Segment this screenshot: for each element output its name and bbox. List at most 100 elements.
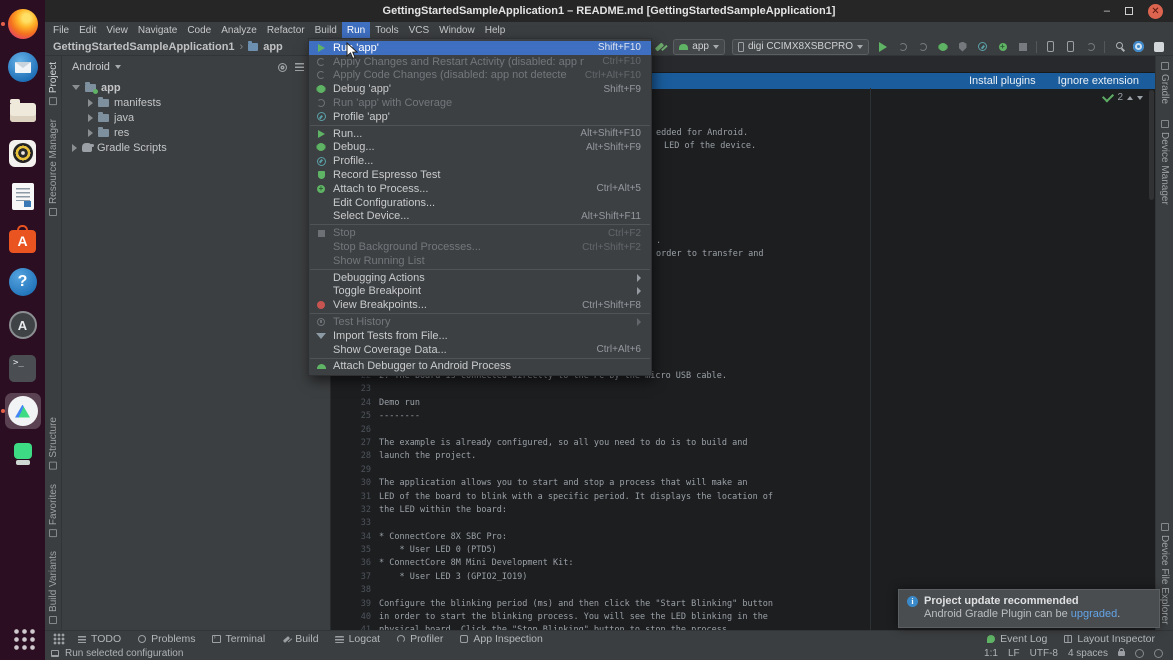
menu-code[interactable]: Code bbox=[182, 22, 216, 38]
stop-icon[interactable] bbox=[1016, 40, 1029, 53]
menu-vcs[interactable]: VCS bbox=[404, 22, 435, 38]
menu-item-attach-debugger-to-android-process[interactable]: Attach Debugger to Android Process bbox=[309, 360, 651, 374]
tool-strip-build-variants[interactable]: Build Variants bbox=[48, 551, 59, 624]
tool-strip-resource-manager[interactable]: Resource Manager bbox=[48, 119, 59, 216]
dock-item-firefox[interactable] bbox=[5, 6, 41, 42]
menu-item-debugging-actions[interactable]: Debugging Actions bbox=[309, 271, 651, 285]
chevron-right-icon[interactable] bbox=[72, 144, 77, 152]
dock-item-help[interactable] bbox=[5, 264, 41, 300]
menu-item-edit-configurations[interactable]: Edit Configurations... bbox=[309, 196, 651, 210]
menu-item-test-history[interactable]: Test History bbox=[309, 315, 651, 329]
tool-strip-project[interactable]: Project bbox=[48, 62, 59, 105]
chevron-right-icon[interactable] bbox=[88, 99, 93, 107]
breadcrumb-project[interactable]: GettingStartedSampleApplication1 bbox=[53, 41, 235, 53]
tool-window-button-terminal[interactable]: Terminal bbox=[204, 631, 274, 647]
tool-strip-device-file-explorer[interactable]: Device File Explorer bbox=[1159, 523, 1170, 624]
menu-item-toggle-breakpoint[interactable]: Toggle Breakpoint bbox=[309, 285, 651, 299]
tree-item-manifests[interactable]: manifests bbox=[62, 95, 330, 110]
attach-debugger-icon[interactable] bbox=[996, 40, 1009, 53]
dock-item-android-emulator[interactable] bbox=[5, 436, 41, 472]
menu-item-attach-to-process[interactable]: Attach to Process...Ctrl+Alt+5 bbox=[309, 182, 651, 196]
dock-item-libreoffice-writer[interactable] bbox=[5, 178, 41, 214]
menu-item-stop[interactable]: StopCtrl+F2 bbox=[309, 226, 651, 240]
dock-item-media-player[interactable] bbox=[5, 135, 41, 171]
dock-item-files[interactable] bbox=[5, 92, 41, 128]
close-button[interactable]: ✕ bbox=[1148, 4, 1163, 19]
menu-item-show-coverage-data[interactable]: Show Coverage Data...Ctrl+Alt+6 bbox=[309, 343, 651, 357]
tool-strip-structure[interactable]: Structure bbox=[48, 417, 59, 470]
feedback-smiley-icon[interactable] bbox=[1135, 649, 1144, 658]
gradle-sync-notification-icon[interactable] bbox=[1132, 40, 1145, 53]
dock-item-android-studio[interactable] bbox=[5, 393, 41, 429]
menu-item-apply-code-changes-disabled-app-not-detected[interactable]: Apply Code Changes (disabled: app not de… bbox=[309, 69, 651, 83]
menu-view[interactable]: View bbox=[101, 22, 133, 38]
tool-window-button-problems[interactable]: Problems bbox=[129, 631, 203, 647]
menu-item-show-running-list[interactable]: Show Running List bbox=[309, 254, 651, 268]
debug-icon[interactable] bbox=[936, 40, 949, 53]
build-hammer-icon[interactable] bbox=[653, 40, 666, 53]
feedback-smiley-icon[interactable] bbox=[1154, 649, 1163, 658]
tree-item-res[interactable]: res bbox=[62, 125, 330, 140]
collapse-all-icon[interactable] bbox=[293, 61, 305, 73]
tree-item-gradle-scripts[interactable]: Gradle Scripts bbox=[62, 140, 330, 155]
menu-item-apply-changes-and-restart-activity-disabled-app-not-detected[interactable]: Apply Changes and Restart Activity (disa… bbox=[309, 55, 651, 69]
menu-refactor[interactable]: Refactor bbox=[262, 22, 310, 38]
menu-tools[interactable]: Tools bbox=[370, 22, 403, 38]
menu-item-run[interactable]: Run...Alt+Shift+F10 bbox=[309, 127, 651, 141]
tool-strip-favorites[interactable]: Favorites bbox=[48, 484, 59, 537]
menu-edit[interactable]: Edit bbox=[74, 22, 101, 38]
menu-item-stop-background-processes[interactable]: Stop Background Processes...Ctrl+Shift+F… bbox=[309, 240, 651, 254]
apply-code-changes-icon[interactable] bbox=[916, 40, 929, 53]
menu-window[interactable]: Window bbox=[434, 22, 480, 38]
tool-window-button-build[interactable]: Build bbox=[273, 631, 326, 647]
line-separator[interactable]: LF bbox=[1008, 648, 1020, 659]
sync-project-icon[interactable] bbox=[1084, 40, 1097, 53]
minimize-button[interactable]: – bbox=[1104, 6, 1110, 17]
tool-strip-gradle[interactable]: Gradle bbox=[1159, 62, 1170, 104]
next-issue-icon[interactable] bbox=[1137, 96, 1143, 100]
tool-window-switcher-icon[interactable] bbox=[53, 633, 65, 645]
menu-item-record-espresso-test[interactable]: Record Espresso Test bbox=[309, 168, 651, 182]
menu-item-debug-app[interactable]: Debug 'app'Shift+F9 bbox=[309, 82, 651, 96]
menu-help[interactable]: Help bbox=[480, 22, 511, 38]
run-icon[interactable] bbox=[876, 40, 889, 53]
tool-window-button-event-log[interactable]: Event Log bbox=[978, 633, 1055, 645]
target-device-dropdown[interactable]: digi CCIMX8XSBCPRO bbox=[732, 39, 869, 55]
menu-item-profile-app[interactable]: Profile 'app' bbox=[309, 110, 651, 124]
tool-window-button-layout-inspector[interactable]: Layout Inspector bbox=[1055, 633, 1163, 645]
tree-item-java[interactable]: java bbox=[62, 110, 330, 125]
caret-position[interactable]: 1:1 bbox=[984, 648, 998, 659]
menu-item-view-breakpoints[interactable]: View Breakpoints...Ctrl+Shift+F8 bbox=[309, 298, 651, 312]
tool-window-button-todo[interactable]: TODO bbox=[69, 631, 129, 647]
coverage-icon[interactable] bbox=[956, 40, 969, 53]
dock-item-thunderbird[interactable] bbox=[5, 49, 41, 85]
dock-item-a-logo[interactable] bbox=[5, 307, 41, 343]
ignore-extension-link[interactable]: Ignore extension bbox=[1058, 75, 1139, 87]
menu-file[interactable]: File bbox=[48, 22, 74, 38]
run-config-dropdown[interactable]: app bbox=[673, 39, 725, 55]
install-plugins-link[interactable]: Install plugins bbox=[969, 75, 1036, 87]
tree-item-app[interactable]: app bbox=[62, 80, 330, 95]
readonly-lock-icon[interactable] bbox=[1118, 651, 1125, 656]
menu-item-run-app[interactable]: Run 'app'Shift+F10 bbox=[309, 41, 651, 55]
upgrade-link[interactable]: upgraded bbox=[1071, 608, 1118, 620]
prev-issue-icon[interactable] bbox=[1127, 96, 1133, 100]
tool-strip-device-manager[interactable]: Device Manager bbox=[1159, 120, 1170, 205]
select-opened-file-icon[interactable] bbox=[276, 61, 288, 73]
menu-item-import-tests-from-file[interactable]: Import Tests from File... bbox=[309, 329, 651, 343]
menu-run[interactable]: Run bbox=[342, 22, 370, 38]
chevron-right-icon[interactable] bbox=[88, 129, 93, 137]
chevron-down-icon[interactable] bbox=[72, 85, 80, 90]
dock-item-show-applications[interactable] bbox=[5, 620, 41, 656]
editor-scrollbar[interactable] bbox=[1149, 90, 1154, 200]
indent-setting[interactable]: 4 spaces bbox=[1068, 648, 1108, 659]
virtual-device-manager-icon[interactable] bbox=[1064, 40, 1077, 53]
tool-window-button-logcat[interactable]: Logcat bbox=[327, 631, 389, 647]
menu-item-select-device[interactable]: Select Device...Alt+Shift+F11 bbox=[309, 210, 651, 224]
file-encoding[interactable]: UTF-8 bbox=[1030, 648, 1058, 659]
menu-navigate[interactable]: Navigate bbox=[133, 22, 182, 38]
menu-item-debug[interactable]: Debug...Alt+Shift+F9 bbox=[309, 141, 651, 155]
menu-build[interactable]: Build bbox=[310, 22, 342, 38]
dock-item-terminal[interactable] bbox=[5, 350, 41, 386]
notifications-icon[interactable] bbox=[1152, 40, 1165, 53]
